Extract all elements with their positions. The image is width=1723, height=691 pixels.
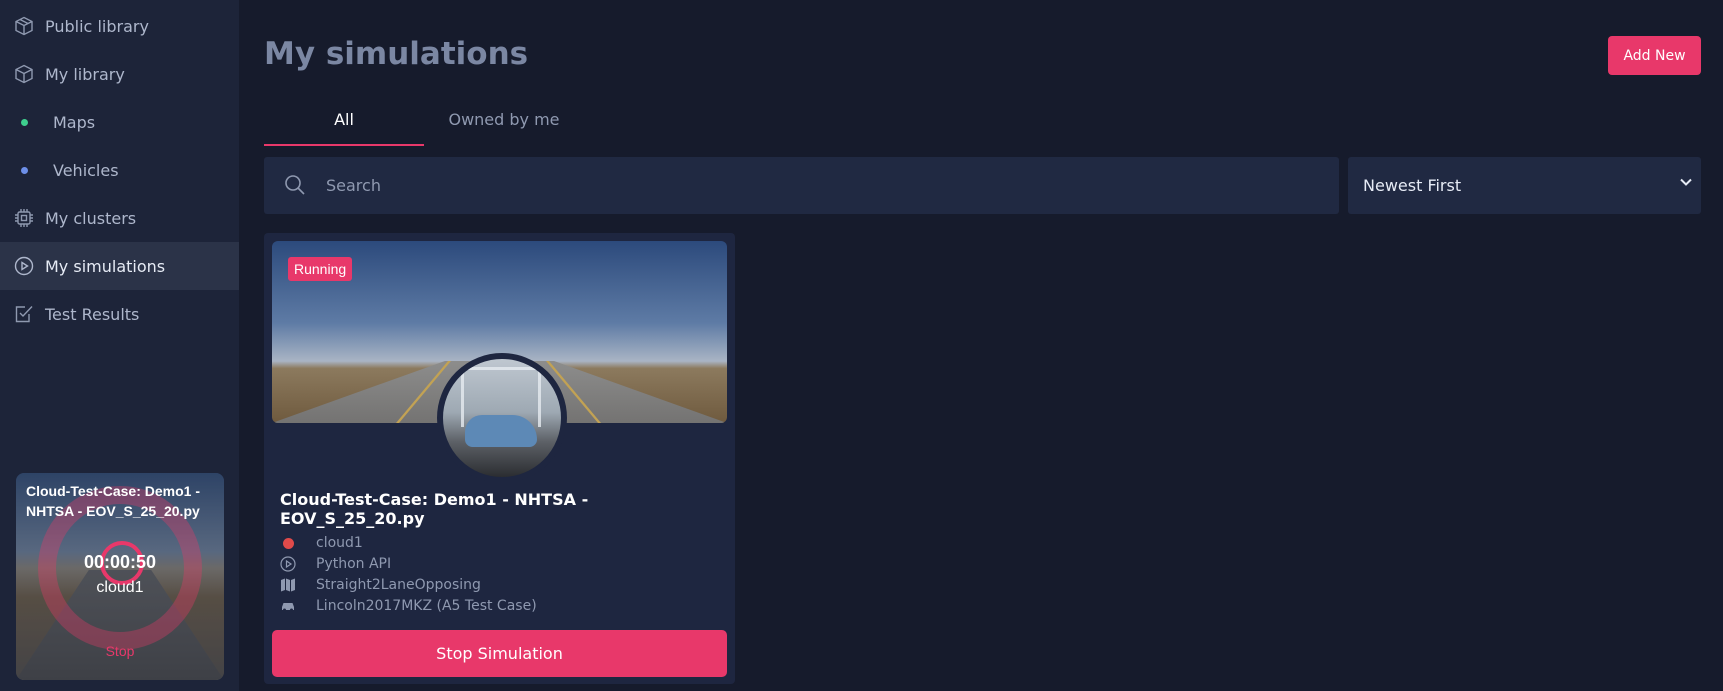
stop-simulation-button[interactable]: Stop Simulation xyxy=(272,630,727,677)
dot-icon xyxy=(13,111,35,133)
meta-cluster: cloud1 xyxy=(280,533,363,553)
cube-icon xyxy=(13,15,35,37)
meta-vehicle: Lincoln2017MKZ (A5 Test Case) xyxy=(280,596,537,616)
status-badge: Running xyxy=(288,257,353,281)
simulation-title: Cloud-Test-Case: Demo1 - NHTSA - EOV_S_2… xyxy=(280,490,589,528)
mini-stop-button[interactable]: Stop xyxy=(16,643,224,659)
mini-simulation-title: Cloud-Test-Case: Demo1 - NHTSA - EOV_S_2… xyxy=(26,483,200,519)
tab-owned-by-me[interactable]: Owned by me xyxy=(424,110,584,146)
search-bar xyxy=(264,157,1339,214)
vehicle-thumbnail xyxy=(437,353,567,483)
mini-simulation-cluster: cloud1 xyxy=(96,579,144,596)
sort-select[interactable]: Newest First xyxy=(1348,157,1701,214)
chevron-down-icon xyxy=(1679,175,1693,194)
sidebar-item-vehicles[interactable]: Vehicles xyxy=(0,146,239,194)
sidebar-item-test-results[interactable]: Test Results xyxy=(0,290,239,338)
meta-map: Straight2LaneOpposing xyxy=(280,575,481,595)
play-circle-icon xyxy=(280,556,296,572)
sidebar-item-label: Vehicles xyxy=(53,160,119,180)
add-new-button[interactable]: Add New xyxy=(1608,36,1701,75)
sidebar-item-public-library[interactable]: Public library xyxy=(0,2,239,50)
simulation-card[interactable]: Running Cloud-Test-Case: Demo1 - NHTSA -… xyxy=(264,233,735,684)
cube-icon xyxy=(13,63,35,85)
sidebar-item-label: Test Results xyxy=(45,304,140,324)
sidebar-item-maps[interactable]: Maps xyxy=(0,98,239,146)
sidebar-item-my-clusters[interactable]: My clusters xyxy=(0,194,239,242)
mini-simulation-timer: 00:00:50 xyxy=(83,552,157,572)
sidebar: Public library My library Maps Vehicles … xyxy=(0,0,239,691)
sidebar-item-label: My simulations xyxy=(45,256,166,276)
sidebar-item-my-library[interactable]: My library xyxy=(0,50,239,98)
sidebar-item-label: My clusters xyxy=(45,208,137,228)
meta-runtime: Python API xyxy=(280,554,391,574)
sort-selected-value: Newest First xyxy=(1363,176,1462,195)
search-icon xyxy=(284,174,306,201)
mini-simulation-player[interactable]: Cloud-Test-Case: Demo1 - NHTSA - EOV_S_2… xyxy=(16,473,224,680)
sidebar-item-my-simulations[interactable]: My simulations xyxy=(0,242,239,290)
checklist-icon xyxy=(13,303,35,325)
play-circle-icon xyxy=(13,255,35,277)
map-icon xyxy=(280,577,296,593)
car-icon xyxy=(280,598,296,614)
tab-all[interactable]: All xyxy=(264,110,424,146)
sidebar-item-label: Public library xyxy=(45,16,149,36)
status-dot-icon xyxy=(280,535,296,551)
page-title: My simulations xyxy=(264,36,529,72)
dot-icon xyxy=(13,159,35,181)
search-input[interactable] xyxy=(326,157,1316,214)
sidebar-item-label: Maps xyxy=(53,112,96,132)
sidebar-item-label: My library xyxy=(45,64,125,84)
chip-icon xyxy=(13,207,35,229)
